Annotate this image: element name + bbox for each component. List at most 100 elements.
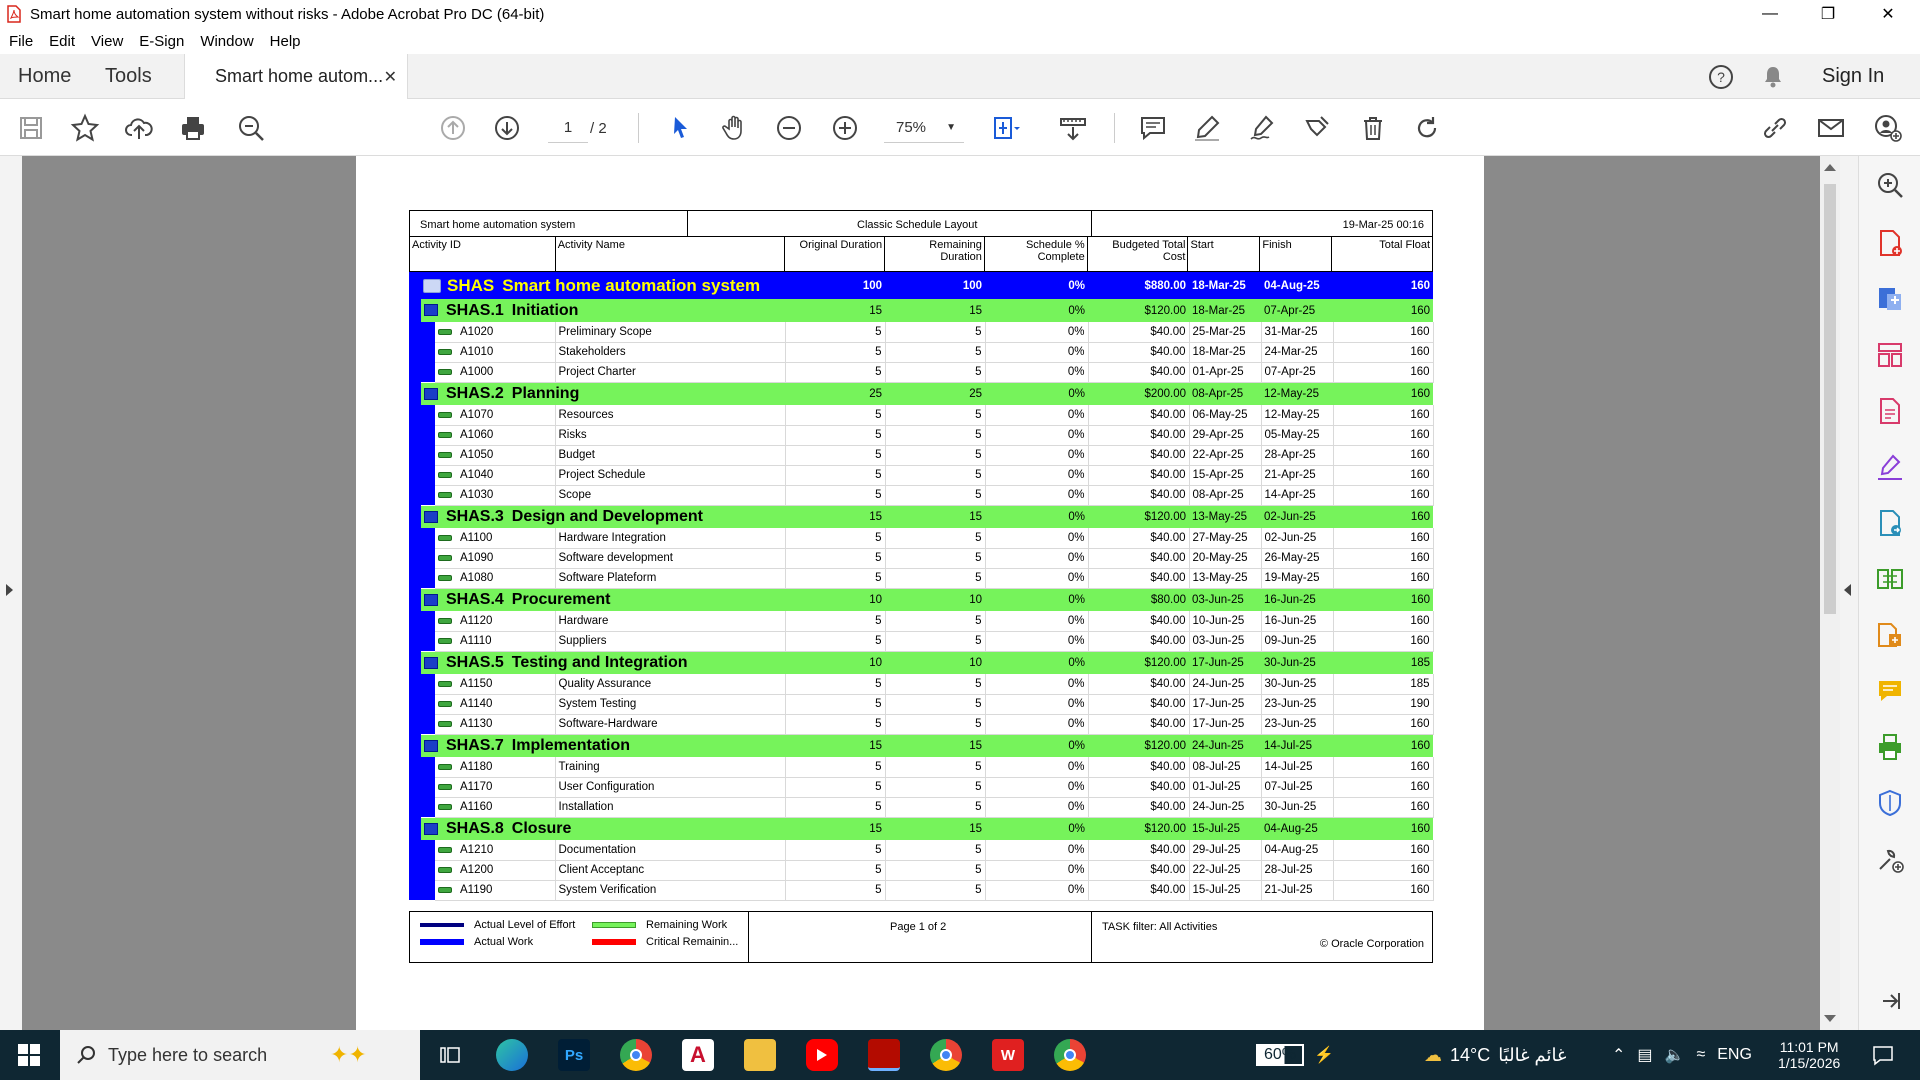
acrobat-taskbar-icon[interactable] <box>868 1039 900 1071</box>
collapse-panel-icon[interactable] <box>1875 986 1905 1016</box>
fill-sign-icon[interactable] <box>1875 452 1905 482</box>
cell-rd: 15 <box>885 299 986 322</box>
more-tools-icon[interactable] <box>1875 844 1905 874</box>
notification-bell-icon[interactable] <box>1762 54 1784 99</box>
highlight-pen-icon[interactable] <box>1190 111 1224 145</box>
menu-esign[interactable]: E-Sign <box>139 33 184 50</box>
minimize-button[interactable]: — <box>1742 0 1798 28</box>
cell-tf: 160 <box>1333 425 1434 446</box>
upload-cloud-icon[interactable] <box>122 111 156 145</box>
legend-swatch <box>592 921 636 928</box>
task-view-icon[interactable] <box>434 1039 466 1071</box>
photoshop-icon[interactable]: Ps <box>558 1039 590 1071</box>
hand-tool-icon[interactable] <box>718 111 752 145</box>
menu-window[interactable]: Window <box>200 33 253 50</box>
divider <box>1091 211 1092 237</box>
export-pdf-icon[interactable] <box>1875 284 1905 314</box>
cell-name: Hardware <box>555 611 786 632</box>
zoom-out-icon[interactable] <box>772 111 806 145</box>
tab-home[interactable]: Home <box>18 54 71 99</box>
cell-finish: 21-Jul-25 <box>1261 880 1334 901</box>
right-panel-toggle[interactable] <box>1840 156 1858 1030</box>
menu-view[interactable]: View <box>91 33 123 50</box>
system-tray-icons[interactable]: ⌃ ▤ 🔈 ≈ ENG <box>1612 1030 1752 1080</box>
delete-trash-icon[interactable] <box>1356 111 1390 145</box>
temperature: 14°C <box>1450 1044 1491 1065</box>
share-link-icon[interactable] <box>1758 111 1792 145</box>
project-id: SHAS <box>447 275 495 295</box>
select-cursor-icon[interactable] <box>664 111 698 145</box>
cell-name: Software development <box>555 548 786 569</box>
protect-shield-icon[interactable] <box>1875 788 1905 818</box>
scroll-up-icon[interactable] <box>1824 164 1836 171</box>
draw-sign-icon[interactable] <box>1246 111 1280 145</box>
cell-name: Risks <box>555 425 786 446</box>
close-window-button[interactable]: ✕ <box>1860 0 1916 28</box>
scroll-thumb[interactable] <box>1824 184 1836 614</box>
find-zoom-icon[interactable] <box>234 111 268 145</box>
bookmark-star-icon[interactable] <box>68 111 102 145</box>
create-pdf-icon[interactable] <box>1875 228 1905 258</box>
print-icon[interactable] <box>176 111 210 145</box>
zoom-in-icon[interactable] <box>828 111 862 145</box>
windows-start-icon[interactable] <box>18 1044 40 1066</box>
divider <box>748 911 749 962</box>
scroll-down-icon[interactable] <box>1824 1015 1836 1022</box>
comment-icon[interactable] <box>1136 111 1170 145</box>
chrome-profile-icon[interactable] <box>930 1039 962 1071</box>
toolbar: 1 / 2 75% ▼ <box>0 99 1920 156</box>
indent-bar <box>421 757 435 777</box>
menu-help[interactable]: Help <box>270 33 301 50</box>
rotate-icon[interactable] <box>1410 111 1444 145</box>
next-page-icon[interactable] <box>490 111 524 145</box>
maximize-button[interactable]: ❐ <box>1800 0 1856 28</box>
wps-office-icon[interactable]: W <box>992 1039 1024 1071</box>
save-icon[interactable] <box>14 111 48 145</box>
comment-panel-icon[interactable] <box>1875 676 1905 706</box>
sign-in-button[interactable]: Sign In <box>1822 54 1884 99</box>
edge-browser-icon[interactable] <box>496 1039 528 1071</box>
cell-pc: 0% <box>985 734 1089 757</box>
stamp-edit-icon[interactable] <box>1300 111 1334 145</box>
activity-bar-icon <box>438 491 452 498</box>
help-icon[interactable]: ? <box>1708 54 1734 99</box>
cell-tf: 160 <box>1333 405 1434 426</box>
compare-files-icon[interactable] <box>1875 564 1905 594</box>
combine-files-icon[interactable] <box>1875 620 1905 650</box>
edit-pdf-icon[interactable] <box>1875 396 1905 426</box>
taskbar-search-box[interactable]: Type here to search ✦✦ <box>60 1030 420 1080</box>
svg-text:?: ? <box>1717 69 1725 85</box>
chrome-second-icon[interactable] <box>1054 1039 1086 1071</box>
youtube-icon[interactable] <box>806 1039 838 1071</box>
clock[interactable]: 11:01 PM 1/15/2026 <box>1778 1030 1840 1080</box>
weather-widget[interactable]: ☁ 14°C غائم غالبًا <box>1424 1030 1566 1080</box>
notifications-icon[interactable] <box>1872 1030 1894 1080</box>
cell-od: 5 <box>785 797 886 818</box>
tab-tools[interactable]: Tools <box>105 54 152 99</box>
send-for-signature-icon[interactable] <box>1875 508 1905 538</box>
cell-rd: 5 <box>885 405 986 426</box>
battery-indicator[interactable]: 60% ⚡ <box>1256 1030 1334 1080</box>
menu-bar: File Edit View E-Sign Window Help <box>0 28 1920 54</box>
previous-page-icon[interactable] <box>436 111 470 145</box>
menu-edit[interactable]: Edit <box>49 33 75 50</box>
close-tab-icon[interactable]: ✕ <box>384 67 397 87</box>
vertical-scrollbar[interactable] <box>1820 156 1840 1030</box>
print-production-icon[interactable] <box>1875 732 1905 762</box>
add-user-icon[interactable] <box>1870 111 1904 145</box>
autocad-icon[interactable]: A <box>682 1039 714 1071</box>
fit-page-icon[interactable] <box>988 111 1022 145</box>
scrolling-mode-icon[interactable] <box>1056 111 1090 145</box>
zoom-level-select[interactable]: 75% ▼ <box>884 113 964 143</box>
organize-pages-icon[interactable] <box>1875 340 1905 370</box>
chrome-icon[interactable] <box>620 1039 652 1071</box>
cell-start: 01-Jul-25 <box>1189 777 1262 798</box>
tab-document[interactable]: Smart home autom... ✕ <box>184 54 408 99</box>
left-panel-toggle[interactable] <box>0 156 22 1030</box>
search-zoom-icon[interactable] <box>1875 170 1905 200</box>
menu-file[interactable]: File <box>9 33 33 50</box>
file-explorer-icon[interactable] <box>744 1039 776 1071</box>
page-number-input[interactable]: 1 <box>548 113 588 143</box>
indent-bar <box>409 299 421 322</box>
email-icon[interactable] <box>1814 111 1848 145</box>
